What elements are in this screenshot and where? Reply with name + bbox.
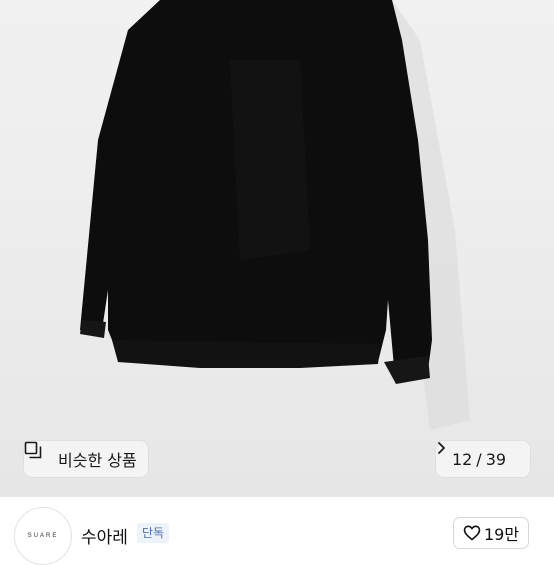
sweater-graphic xyxy=(80,0,470,430)
product-image[interactable]: 비슷한 상품 12 / 39 xyxy=(0,0,554,497)
counter-separator: / xyxy=(476,449,482,469)
exclusive-badge: 단독 xyxy=(137,523,170,543)
shop-logo-text: SUARE xyxy=(27,533,59,539)
current-image-index: 12 xyxy=(451,449,473,469)
like-count: 19만 xyxy=(483,525,520,544)
similar-items-button[interactable]: 비슷한 상품 xyxy=(24,441,148,477)
similar-items-label: 비슷한 상품 xyxy=(58,451,137,470)
image-counter-button[interactable]: 12 / 39 xyxy=(436,441,530,477)
shop-row: SUARE 수아레 단독 19만 xyxy=(0,497,554,565)
shop-logo[interactable]: SUARE xyxy=(14,507,72,565)
like-button[interactable]: 19만 xyxy=(453,517,529,549)
similar-items-icon xyxy=(24,441,52,468)
total-image-count: 39 xyxy=(485,449,507,469)
heart-icon xyxy=(463,525,481,541)
shop-name[interactable]: 수아레 xyxy=(81,523,128,548)
